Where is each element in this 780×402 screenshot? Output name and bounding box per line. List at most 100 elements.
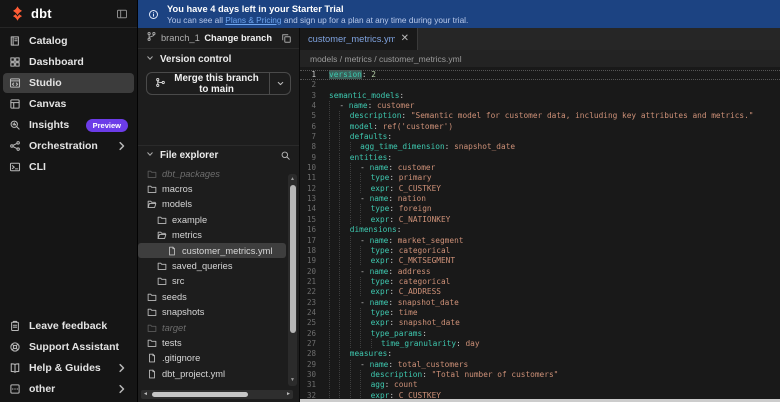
indent-guide bbox=[339, 111, 350, 121]
feedback-icon bbox=[9, 320, 21, 332]
indent-guide bbox=[349, 204, 361, 214]
indent-guide bbox=[339, 256, 350, 266]
horizontal-scroll-thumb[interactable] bbox=[152, 392, 248, 397]
indent-guide bbox=[339, 349, 350, 359]
tree-item-customer-metrics-yml[interactable]: customer_metrics.yml bbox=[138, 242, 286, 259]
sidebar-nav: Catalog Dashboard Studio Canvas Insights Prev… bbox=[0, 28, 137, 178]
line-number: 19 bbox=[306, 256, 316, 266]
sidebar-collapse-icon[interactable] bbox=[116, 8, 128, 20]
tree-item-example[interactable]: example bbox=[138, 212, 286, 227]
merge-button-label: Merge this branch to main bbox=[174, 72, 259, 95]
sidebar-item-other[interactable]: other bbox=[3, 379, 134, 399]
file-icon bbox=[167, 246, 177, 256]
tree-item-macros[interactable]: macros bbox=[138, 181, 286, 196]
code-line: 27 time_granularity: day bbox=[300, 338, 780, 349]
file-icon bbox=[147, 353, 157, 363]
code-text: description: "Total number of customers" bbox=[329, 369, 558, 380]
code-area[interactable]: 1 version: 2 2 3 semantic_models: 4 - name: c… bbox=[300, 67, 780, 399]
code-line: 7 defaults: bbox=[300, 132, 780, 142]
sidebar-item-cli[interactable]: CLI bbox=[3, 157, 134, 177]
scroll-down-icon[interactable]: ▼ bbox=[288, 376, 297, 385]
canvas-icon bbox=[9, 98, 21, 110]
code-text: - name: address bbox=[329, 266, 431, 277]
indent-guide bbox=[329, 380, 340, 390]
scroll-up-icon[interactable]: ▲ bbox=[288, 175, 297, 184]
search-icon[interactable] bbox=[280, 150, 291, 161]
version-control-title: Version control bbox=[160, 53, 232, 65]
merge-options-dropdown[interactable] bbox=[269, 73, 290, 94]
tree-item-src[interactable]: src bbox=[138, 274, 286, 289]
sidebar-item-orchestration[interactable]: Orchestration bbox=[3, 136, 134, 156]
scroll-left-icon[interactable]: ◄ bbox=[143, 390, 148, 399]
code-text: time_granularity: day bbox=[329, 338, 480, 349]
line-number: 11 bbox=[306, 173, 316, 183]
code-text: agg: count bbox=[329, 380, 418, 390]
code-text: - name: customer bbox=[329, 163, 435, 173]
indent-guide bbox=[339, 318, 350, 328]
tree-item-target[interactable]: target bbox=[138, 320, 286, 335]
folder-icon bbox=[147, 323, 157, 333]
branch-row: branch_1 Change branch bbox=[138, 28, 299, 49]
tree-item-snapshots[interactable]: snapshots bbox=[138, 305, 286, 320]
breadcrumb[interactable]: models / metrics / customer_metrics.yml bbox=[300, 50, 780, 67]
tree-item-saved-queries[interactable]: saved_queries bbox=[138, 258, 286, 273]
code-text: - name: nation bbox=[329, 194, 426, 204]
code-text: agg_time_dimension: snapshot_date bbox=[329, 142, 515, 152]
tree-item-metrics[interactable]: metrics bbox=[138, 228, 286, 243]
tree-item-gitignore[interactable]: .gitignore bbox=[138, 351, 286, 366]
chevron-down-icon bbox=[146, 150, 154, 161]
scroll-right-icon[interactable]: ► bbox=[286, 390, 291, 399]
vertical-scroll-thumb[interactable] bbox=[289, 185, 296, 333]
tree-item-dbt-project-yml[interactable]: dbt_project.yml bbox=[138, 366, 286, 381]
code-line: 6 model: ref('customer') bbox=[300, 121, 780, 132]
code-text: type_params: bbox=[329, 328, 427, 339]
indent-guide bbox=[339, 338, 350, 348]
sidebar-item-leave-feedback[interactable]: Leave feedback bbox=[3, 316, 134, 336]
sidebar-item-canvas[interactable]: Canvas bbox=[3, 94, 134, 114]
line-number: 32 bbox=[306, 390, 316, 399]
indent-guide bbox=[349, 380, 361, 390]
copy-icon[interactable] bbox=[281, 33, 292, 44]
sidebar-item-dashboard[interactable]: Dashboard bbox=[3, 52, 134, 72]
indent-guide bbox=[349, 214, 361, 224]
indent-guide bbox=[360, 183, 371, 193]
explorer-horizontal-scrollbar[interactable]: ◄ ► bbox=[141, 390, 293, 399]
line-number: 6 bbox=[311, 121, 316, 131]
tree-item-models[interactable]: models bbox=[138, 197, 286, 212]
version-control-header[interactable]: Version control bbox=[138, 49, 299, 69]
sidebar-item-support-assistant[interactable]: Support Assistant bbox=[3, 337, 134, 357]
indent-guide bbox=[349, 235, 361, 245]
explorer-vertical-scrollbar[interactable]: ▲ ▼ bbox=[288, 174, 297, 386]
indent-guide bbox=[329, 256, 340, 266]
change-branch-button[interactable]: Change branch bbox=[204, 33, 272, 43]
file-explorer-header[interactable]: File explorer bbox=[138, 145, 299, 164]
sidebar-item-studio[interactable]: Studio bbox=[3, 73, 134, 93]
catalog-icon bbox=[9, 35, 21, 47]
chevron-down-icon bbox=[146, 54, 154, 65]
indent-guide bbox=[329, 214, 340, 224]
plans-pricing-link[interactable]: Plans & Pricing bbox=[225, 15, 281, 25]
code-line: 18 type: categorical bbox=[300, 245, 780, 256]
indent-guide bbox=[329, 328, 340, 338]
tree-item-dbt-packages[interactable]: dbt_packages bbox=[138, 166, 286, 181]
tab-close-icon[interactable]: ✕ bbox=[401, 34, 409, 44]
indent-guide bbox=[339, 152, 350, 162]
indent-guide bbox=[360, 369, 371, 379]
indent-guide bbox=[349, 307, 361, 317]
tree-item-tests[interactable]: tests bbox=[138, 335, 286, 350]
line-number: 26 bbox=[306, 328, 316, 338]
sidebar-item-help-guides[interactable]: Help & Guides bbox=[3, 358, 134, 378]
indent-guide bbox=[339, 142, 350, 152]
sidebar-item-catalog[interactable]: Catalog bbox=[3, 31, 134, 51]
tree-item-label: saved_queries bbox=[172, 261, 233, 272]
indent-guide bbox=[329, 204, 340, 214]
tab-customer-metrics[interactable]: customer_metrics.yml ✕ bbox=[300, 28, 418, 50]
indent-guide bbox=[329, 266, 340, 276]
merge-branch-button[interactable]: Merge this branch to main bbox=[147, 73, 269, 94]
sidebar-item-insights[interactable]: Insights Preview bbox=[3, 115, 134, 135]
indent-guide bbox=[329, 276, 340, 286]
tree-item-seeds[interactable]: seeds bbox=[138, 289, 286, 304]
indent-guide bbox=[329, 121, 340, 131]
indent-guide bbox=[339, 266, 350, 276]
line-number: 13 bbox=[306, 194, 316, 204]
